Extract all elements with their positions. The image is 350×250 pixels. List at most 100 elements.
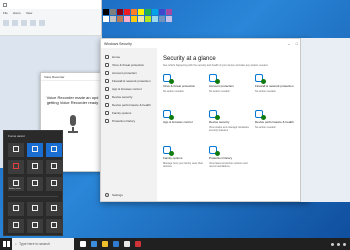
quick-setting-tile[interactable] — [27, 219, 43, 233]
family-icon — [163, 146, 174, 156]
palette-color-swatch[interactable] — [117, 16, 123, 22]
page-subtitle: See what's happening with the security a… — [163, 64, 269, 67]
palette-color-swatch[interactable] — [166, 16, 172, 22]
palette-color-swatch[interactable] — [131, 16, 137, 22]
quick-setting-tile[interactable] — [27, 143, 43, 157]
security-tile[interactable]: Virus & threat protection No action neede… — [163, 74, 209, 100]
palette-color-swatch[interactable] — [138, 9, 144, 15]
sidebar-item-label: App & browser control — [112, 87, 142, 91]
tool-icon[interactable] — [21, 20, 27, 26]
palette-color-swatch[interactable] — [124, 16, 130, 22]
taskbar-app-icon[interactable] — [113, 241, 119, 247]
tile-label: Account protection — [209, 84, 234, 88]
palette-color-swatch[interactable] — [131, 9, 137, 15]
palette-color-swatch[interactable] — [152, 16, 158, 22]
palette-color-swatch[interactable] — [152, 9, 158, 15]
quick-setting-tile[interactable] — [8, 219, 24, 233]
ribbon-tab[interactable]: File — [3, 11, 8, 15]
sidebar-item-label: Home — [112, 55, 121, 59]
quick-setting-tile[interactable] — [8, 202, 24, 216]
tile-status: No action needed. — [255, 125, 277, 129]
sidebar-item-history[interactable]: Protection history — [101, 118, 157, 124]
security-tile[interactable]: App & browser control — [163, 110, 209, 136]
quick-setting-tile[interactable]: Battery saver — [8, 177, 24, 191]
ribbon-tab[interactable]: Home — [13, 11, 21, 15]
quick-setting-tile[interactable] — [27, 202, 43, 216]
palette-color-swatch[interactable] — [103, 9, 109, 15]
maximize-icon[interactable]: □ — [296, 42, 298, 46]
start-button[interactable] — [0, 238, 12, 250]
palette-color-swatch[interactable] — [138, 16, 144, 22]
security-tile[interactable]: Device security View status and manage ha… — [209, 110, 255, 136]
taskbar-app-icon[interactable] — [80, 241, 86, 247]
quick-setting-tile[interactable] — [27, 160, 43, 174]
family-icon — [105, 111, 109, 115]
palette-color-swatch[interactable] — [145, 16, 151, 22]
tray-icon[interactable] — [331, 242, 334, 246]
tile-label: Protection history — [209, 156, 233, 160]
quick-setting-tile[interactable] — [8, 143, 24, 157]
taskbar-app-icon[interactable] — [124, 241, 130, 247]
heart-icon — [255, 110, 266, 120]
tool-icon[interactable] — [12, 20, 18, 26]
quick-setting-icon — [51, 180, 57, 186]
quick-setting-tile[interactable] — [46, 177, 62, 191]
palette-color-swatch[interactable] — [159, 9, 165, 15]
laptop-icon — [209, 110, 220, 120]
quick-setting-tile[interactable] — [27, 177, 43, 191]
sidebar-item-home[interactable]: Home — [101, 54, 157, 60]
quick-setting-tile[interactable] — [46, 202, 62, 216]
palette-color-swatch[interactable] — [166, 9, 172, 15]
windows-security-sidebar: Home Virus & threat protection Account pro… — [101, 48, 157, 201]
sidebar-item-shield[interactable]: Virus & threat protection — [101, 62, 157, 68]
tool-icon[interactable] — [39, 20, 45, 26]
windows-logo-icon — [3, 241, 10, 247]
quick-setting-tile[interactable] — [46, 219, 62, 233]
paint-app-icon — [3, 2, 7, 7]
tray-icon[interactable] — [343, 242, 346, 246]
sidebar-item-window[interactable]: App & browser control — [101, 86, 157, 92]
quick-setting-tile[interactable] — [46, 143, 62, 157]
palette-color-swatch[interactable] — [103, 16, 109, 22]
tile-label: Device security — [209, 120, 230, 124]
shield-icon — [163, 74, 174, 84]
security-tile[interactable]: Account protection No action needed. — [209, 74, 255, 100]
taskbar-app-icon[interactable] — [91, 241, 97, 247]
window-icon — [163, 110, 174, 120]
drawing-canvas-strip — [300, 38, 350, 202]
security-tile[interactable]: Family options Manage how your family use… — [163, 146, 209, 172]
quick-setting-tile[interactable] — [8, 160, 24, 174]
security-tile[interactable]: Device performance & health No action nee… — [255, 110, 301, 136]
tray-icon[interactable] — [337, 242, 340, 246]
tool-icon[interactable] — [30, 20, 36, 26]
tile-status: View status and manage hardware security… — [209, 125, 249, 132]
person-icon — [105, 71, 109, 75]
palette-color-swatch[interactable] — [110, 9, 116, 15]
minimize-icon[interactable]: – — [288, 42, 290, 46]
palette-color-swatch[interactable] — [145, 9, 151, 15]
quick-setting-icon — [32, 180, 38, 186]
taskbar-app-icon[interactable] — [102, 241, 108, 247]
palette-color-swatch[interactable] — [124, 9, 130, 15]
sidebar-item-family[interactable]: Family options — [101, 110, 157, 116]
quick-setting-icon — [13, 146, 19, 152]
sidebar-item-label: Account protection — [112, 71, 137, 75]
sidebar-item-settings[interactable]: Settings — [105, 193, 123, 197]
palette-color-swatch[interactable] — [110, 16, 116, 22]
taskbar-search[interactable]: ⌕ Type here to search — [12, 238, 74, 250]
tool-icon[interactable] — [3, 20, 9, 26]
taskbar-app-icon[interactable] — [135, 241, 141, 247]
sidebar-item-wifi[interactable]: Firewall & network protection — [101, 78, 157, 84]
palette-color-swatch[interactable] — [159, 16, 165, 22]
sidebar-item-person[interactable]: Account protection — [101, 70, 157, 76]
security-tile[interactable]: Protection history View latest protection… — [209, 146, 255, 172]
palette-color-swatch[interactable] — [117, 9, 123, 15]
security-tile[interactable]: Firewall & network protection No action n… — [255, 74, 301, 100]
quick-setting-icon — [32, 205, 38, 211]
tile-status: No action needed. — [163, 89, 185, 93]
ribbon-tab[interactable]: View — [26, 11, 32, 15]
quick-setting-tile[interactable] — [46, 160, 62, 174]
sidebar-item-laptop[interactable]: Device security — [101, 94, 157, 100]
sidebar-item-heart[interactable]: Device performance & health — [101, 102, 157, 108]
tile-status: No action needed. — [209, 89, 231, 93]
